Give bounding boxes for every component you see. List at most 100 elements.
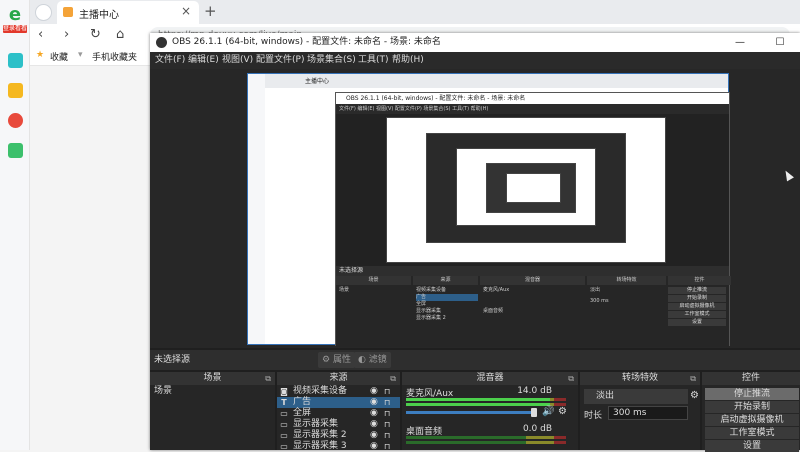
source-item[interactable]: ▭ 全屏 ◉ ⊓	[277, 408, 400, 419]
transitions-title: 转场特效	[621, 373, 658, 383]
lock-icon[interactable]: ⊓	[384, 386, 390, 397]
source-item[interactable]: ◙ 视频采集设备 ◉ ⊓	[277, 386, 400, 397]
menu-help[interactable]: 帮助(H)	[392, 52, 424, 69]
forward-button[interactable]: ›	[64, 27, 69, 42]
preview-canvas[interactable]: 主播中心 OBS 26.1.1 (64-bit, windows) - 配置文件…	[150, 69, 800, 348]
nested-dock-sources: 来源	[413, 276, 478, 285]
transition-select[interactable]: 淡出	[584, 389, 688, 404]
monitor-icon: ▭	[280, 420, 288, 429]
properties-label: 属性	[332, 355, 351, 365]
obs-window: OBS 26.1.1 (64-bit, windows) - 配置文件: 未命名…	[150, 33, 800, 452]
minimize-button[interactable]: —	[720, 33, 760, 52]
nested-source-item: 广告	[416, 294, 478, 301]
scene-item[interactable]: 场景	[150, 386, 275, 397]
gear-icon[interactable]: ⚙	[690, 390, 699, 401]
source-name: 全屏	[293, 408, 312, 418]
menu-file[interactable]: 文件(F)	[155, 52, 185, 69]
browser-logo[interactable]: e 登录看看	[3, 5, 27, 37]
bookmark-favorites[interactable]: 收藏	[50, 50, 68, 63]
start-recording-button[interactable]: 开始录制	[705, 401, 799, 413]
nested-control: 设置	[668, 319, 726, 326]
duration-input[interactable]: 300 ms	[608, 406, 688, 420]
lock-icon[interactable]: ⊓	[384, 419, 390, 430]
nested-source-item: 视频采集设备	[416, 287, 447, 293]
back-button[interactable]: ‹	[38, 27, 43, 42]
reload-button[interactable]: ↻	[90, 27, 101, 42]
gear-icon[interactable]: ⚙	[558, 406, 567, 417]
nested-source-item: 显示器采集	[416, 308, 442, 314]
mixer-channel-db: 14.0 dB	[517, 386, 552, 396]
star-icon[interactable]	[8, 83, 23, 98]
nested-browser-sidebar	[248, 74, 265, 344]
tab-close-button[interactable]: ×	[181, 4, 191, 18]
obs-menubar: 文件(F) 编辑(E) 视图(V) 配置文件(P) 场景集合(S) 工具(T) …	[150, 52, 800, 69]
float-icon[interactable]: ⧉	[390, 372, 396, 385]
apps-icon[interactable]	[8, 53, 23, 68]
maximize-button[interactable]: ☐	[760, 33, 800, 52]
tab-streamer-center[interactable]: 主播中心 ×	[57, 1, 199, 24]
source-item[interactable]: ▭ 显示器采集 ◉ ⊓	[277, 419, 400, 430]
nested-dock-mixer: 混音器	[480, 276, 585, 285]
nested-tab-bar: 主播中心	[265, 74, 728, 88]
stop-streaming-button[interactable]: 停止推流	[705, 388, 799, 400]
source-name: 显示器采集 2	[293, 430, 347, 440]
login-badge[interactable]: 登录看看	[3, 25, 27, 33]
lock-icon[interactable]: ⊓	[384, 397, 390, 408]
lock-icon[interactable]: ⊓	[384, 408, 390, 419]
studio-mode-button[interactable]: 工作室模式	[705, 427, 799, 439]
visibility-icon[interactable]: ◉	[370, 386, 378, 397]
settings-button[interactable]: 设置	[705, 440, 799, 452]
sources-dock: 来源 ⧉ ◙ 视频采集设备 ◉ ⊓ T 广告 ◉ ⊓ ▭ 全屏 ◉ ⊓ ▭ 显示器采集 ◉ ⊓ ▭ 显示器采…	[277, 372, 400, 452]
visibility-icon[interactable]: ◉	[370, 430, 378, 441]
tab-bar: 主播中心 × +	[30, 0, 800, 24]
visibility-icon[interactable]: ◉	[370, 397, 378, 408]
float-icon[interactable]: ⧉	[568, 372, 574, 385]
source-item[interactable]: T 广告 ◉ ⊓	[277, 397, 400, 408]
controls-dock: 控件 停止推流 开始录制 启动虚拟摄像机 工作室模式 设置	[702, 372, 800, 452]
nested-dock-transitions: 转场特效	[587, 276, 666, 285]
nested-control: 工作室模式	[668, 311, 726, 318]
no-source-label: 未选择源	[154, 355, 191, 365]
menu-view[interactable]: 视图(V)	[222, 52, 253, 69]
source-name: 广告	[293, 397, 312, 407]
start-virtual-camera-button[interactable]: 启动虚拟摄像机	[705, 414, 799, 426]
speaker-icon[interactable]: 🔊	[542, 406, 554, 417]
nested-obs-title: OBS 26.1.1 (64-bit, windows) - 配置文件: 未命名…	[336, 93, 729, 104]
weibo-icon[interactable]	[8, 113, 23, 128]
menu-edit[interactable]: 编辑(E)	[188, 52, 219, 69]
visibility-icon[interactable]: ◉	[370, 419, 378, 430]
home-button[interactable]: ⌂	[116, 27, 124, 42]
float-icon[interactable]: ⧉	[690, 372, 696, 385]
menu-scene-collection[interactable]: 场景集合(S)	[307, 52, 356, 69]
visibility-icon[interactable]: ◉	[370, 441, 378, 452]
filters-button[interactable]: ◐ 滤镜	[354, 352, 391, 368]
source-item[interactable]: ▭ 显示器采集 3 ◉ ⊓	[277, 441, 400, 452]
bookmark-mobile[interactable]: 手机收藏夹	[92, 50, 137, 63]
menu-tools[interactable]: 工具(T)	[358, 52, 389, 69]
lock-icon[interactable]: ⊓	[384, 430, 390, 441]
fader-knob[interactable]	[531, 408, 537, 417]
tab-title: 主播中心	[79, 10, 119, 21]
nested-transition: 淡出	[590, 287, 601, 293]
float-icon[interactable]: ⧉	[265, 372, 271, 385]
mouse-cursor-icon	[782, 168, 794, 182]
chevron-down-icon[interactable]: ▾	[78, 50, 83, 60]
camera-icon: ◙	[280, 387, 288, 396]
volume-fader[interactable]	[406, 408, 537, 417]
controls-title: 控件	[741, 373, 760, 383]
visibility-icon[interactable]: ◉	[370, 408, 378, 419]
new-tab-button[interactable]: +	[204, 2, 217, 20]
sources-title: 来源	[329, 373, 348, 383]
transitions-header: 转场特效 ⧉	[580, 372, 700, 385]
source-item[interactable]: ▭ 显示器采集 2 ◉ ⊓	[277, 430, 400, 441]
scenes-header: 场景 ⧉	[150, 372, 275, 385]
obs-titlebar[interactable]: OBS 26.1.1 (64-bit, windows) - 配置文件: 未命名…	[150, 33, 800, 52]
lock-icon[interactable]: ⊓	[384, 441, 390, 452]
favicon-icon	[63, 7, 73, 17]
menu-profile[interactable]: 配置文件(P)	[256, 52, 304, 69]
browser-home-icon[interactable]	[35, 4, 52, 21]
mail-icon[interactable]	[8, 143, 23, 158]
nested-control: 启动虚拟摄像机	[668, 303, 726, 310]
nested-obs-window: OBS 26.1.1 (64-bit, windows) - 配置文件: 未命名…	[335, 92, 731, 347]
properties-button[interactable]: ⚙ 属性	[318, 352, 355, 368]
